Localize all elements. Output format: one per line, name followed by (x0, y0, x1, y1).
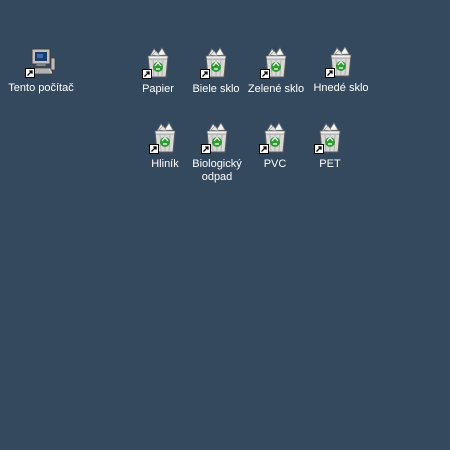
shortcut-arrow-icon (200, 69, 210, 79)
desktop-icon-hnede-sklo[interactable]: Hnedé sklo (309, 46, 373, 95)
desktop-icon-biele-sklo[interactable]: Biele sklo (184, 47, 248, 96)
recycle-bin-icon (314, 122, 346, 154)
recycle-bin-icon (201, 122, 233, 154)
recycle-bin-icon (200, 47, 232, 79)
shortcut-arrow-icon (259, 144, 269, 154)
recycle-bin-icon (325, 46, 357, 78)
recycle-bin-icon (142, 47, 174, 79)
desktop-icon-label: Zelené sklo (247, 83, 305, 95)
shortcut-arrow-icon (149, 144, 159, 154)
computer-icon (25, 46, 57, 78)
shortcut-arrow-icon (314, 144, 324, 154)
shortcut-arrow-icon (260, 69, 270, 79)
recycle-bin-icon (260, 47, 292, 79)
desktop-icon-zelene-sklo[interactable]: Zelené sklo (244, 47, 308, 96)
desktop-icon-biologicky-odpad[interactable]: Biologický odpad (185, 122, 249, 184)
desktop-icon-pet[interactable]: PET (298, 122, 362, 171)
desktop[interactable]: Tento počítač Papier Biele sklo Zelené s… (0, 0, 450, 450)
shortcut-arrow-icon (201, 144, 211, 154)
shortcut-arrow-icon (325, 68, 335, 78)
desktop-icon-label: Tento počítač (8, 82, 74, 94)
desktop-icon-label: Hnedé sklo (313, 82, 369, 94)
recycle-bin-icon (259, 122, 291, 154)
desktop-icon-label: PET (319, 158, 341, 170)
desktop-icon-tento-pocitac[interactable]: Tento počítač (8, 46, 74, 95)
shortcut-arrow-icon (25, 68, 35, 78)
shortcut-arrow-icon (142, 69, 152, 79)
recycle-bin-icon (149, 122, 181, 154)
